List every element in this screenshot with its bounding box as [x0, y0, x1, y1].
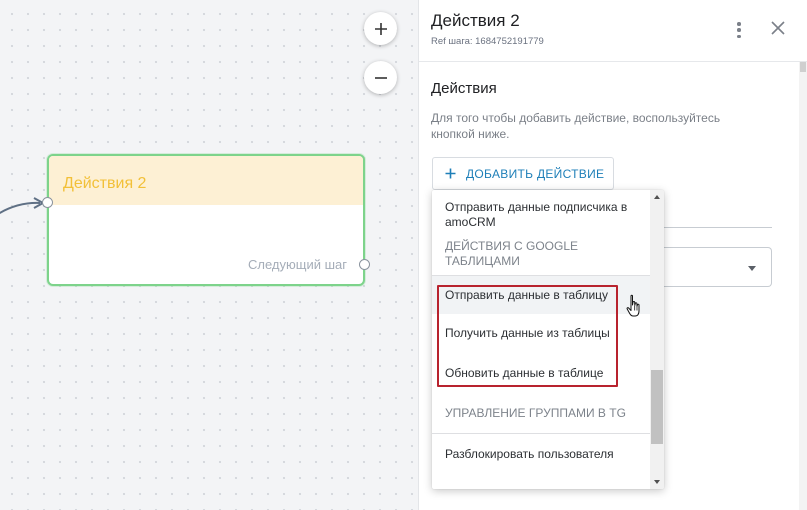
dropdown-item-unblock-user[interactable]: Разблокировать пользователя [432, 447, 650, 462]
zoom-in-button[interactable] [364, 12, 397, 45]
chevron-down-icon [748, 266, 756, 271]
scrollbar-thumb[interactable] [651, 370, 663, 444]
flow-node-actions[interactable]: Действия 2 Следующий шаг [42, 154, 370, 286]
dropdown-item-update-sheet[interactable]: Обновить данные в таблице [432, 352, 650, 390]
dropdown-item-get-from-sheet[interactable]: Получить данные из таблицы [432, 314, 650, 352]
node-title: Действия 2 [63, 175, 147, 192]
action-select[interactable] [664, 247, 772, 287]
dropdown-group-tg-groups: УПРАВЛЕНИЕ ГРУППАМИ В TG [445, 406, 626, 420]
flow-canvas[interactable]: Действия 2 Следующий шаг [0, 0, 418, 510]
plus-icon [445, 168, 456, 179]
actions-section-title: Действия [431, 80, 497, 97]
close-icon[interactable] [771, 21, 785, 35]
dropdown-scrollbar[interactable] [650, 190, 664, 489]
dropdown-group-google-sheets: ДЕЙСТВИЯ С GOOGLE ТАБЛИЦАМИ [445, 239, 578, 268]
add-action-label: ДОБАВИТЬ ДЕЙСТВИЕ [466, 166, 605, 181]
panel-title: Действия 2 [431, 11, 520, 30]
node-header: Действия 2 [49, 156, 363, 205]
panel-header: Действия 2 Ref шага: 1684752191779 [419, 0, 807, 62]
scroll-down-icon[interactable] [653, 480, 660, 484]
node-input-port[interactable] [42, 197, 53, 208]
hand-cursor-icon [626, 294, 640, 317]
dropdown-item-send-to-sheet[interactable]: Отправить данные в таблицу [432, 276, 650, 314]
dropdown-item-amocrm[interactable]: Отправить данные подписчика в amoCRM [432, 200, 650, 230]
plus-icon [374, 22, 387, 35]
action-type-dropdown[interactable]: Отправить данные подписчика в amoCRM ДЕЙ… [432, 190, 664, 489]
node-next-step-label: Следующий шаг [248, 257, 347, 272]
add-action-button[interactable]: ДОБАВИТЬ ДЕЙСТВИЕ [432, 157, 614, 190]
zoom-out-button[interactable] [364, 61, 397, 94]
scroll-up-icon[interactable] [653, 195, 660, 199]
dropdown-separator [432, 433, 650, 434]
field-underline [664, 227, 772, 228]
more-vertical-icon[interactable] [732, 20, 746, 40]
panel-scrollbar[interactable] [799, 62, 807, 510]
actions-section-description: Для того чтобы добавить действие, воспол… [431, 111, 721, 141]
minus-icon [374, 76, 387, 79]
step-ref-label: Ref шага: 1684752191779 [431, 36, 544, 47]
node-output-port[interactable] [359, 259, 370, 270]
